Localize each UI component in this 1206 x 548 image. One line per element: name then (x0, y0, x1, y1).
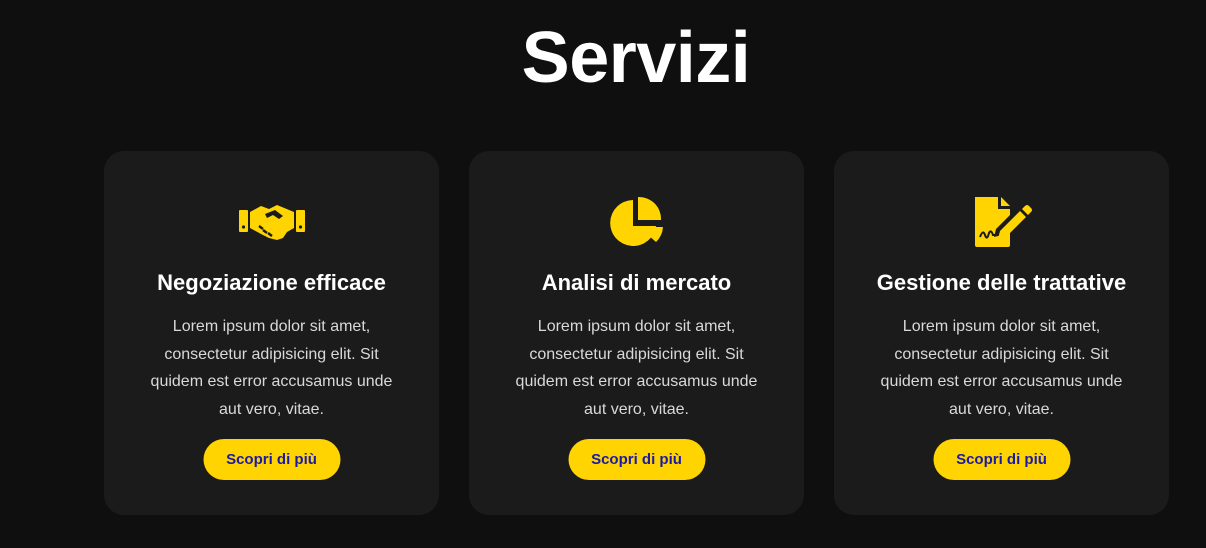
service-card-deal-management: Gestione delle trattative Lorem ipsum do… (834, 151, 1169, 515)
section-title: Servizi (521, 18, 751, 98)
discover-more-button[interactable]: Scopri di più (568, 439, 705, 480)
card-description: Lorem ipsum dolor sit amet, consectetur … (880, 318, 1123, 418)
card-title: Analisi di mercato (541, 270, 732, 295)
pie-chart-icon (602, 191, 672, 253)
service-card-market-analysis: Analisi di mercato Lorem ipsum dolor sit… (469, 151, 804, 515)
card-description: Lorem ipsum dolor sit amet, consectetur … (515, 318, 758, 418)
discover-more-button[interactable]: Scopri di più (933, 439, 1070, 480)
handshake-icon (237, 191, 307, 253)
card-title: Negoziazione efficace (157, 270, 386, 295)
discover-more-button[interactable]: Scopri di più (203, 439, 340, 480)
service-card-negotiation: Negoziazione efficace Lorem ipsum dolor … (104, 151, 439, 515)
file-signature-icon (967, 191, 1037, 253)
card-description: Lorem ipsum dolor sit amet, consectetur … (150, 318, 393, 418)
card-title: Gestione delle trattative (876, 270, 1127, 295)
services-section: Servizi Negoziazione efficace Lorem ipsu… (0, 0, 1206, 548)
